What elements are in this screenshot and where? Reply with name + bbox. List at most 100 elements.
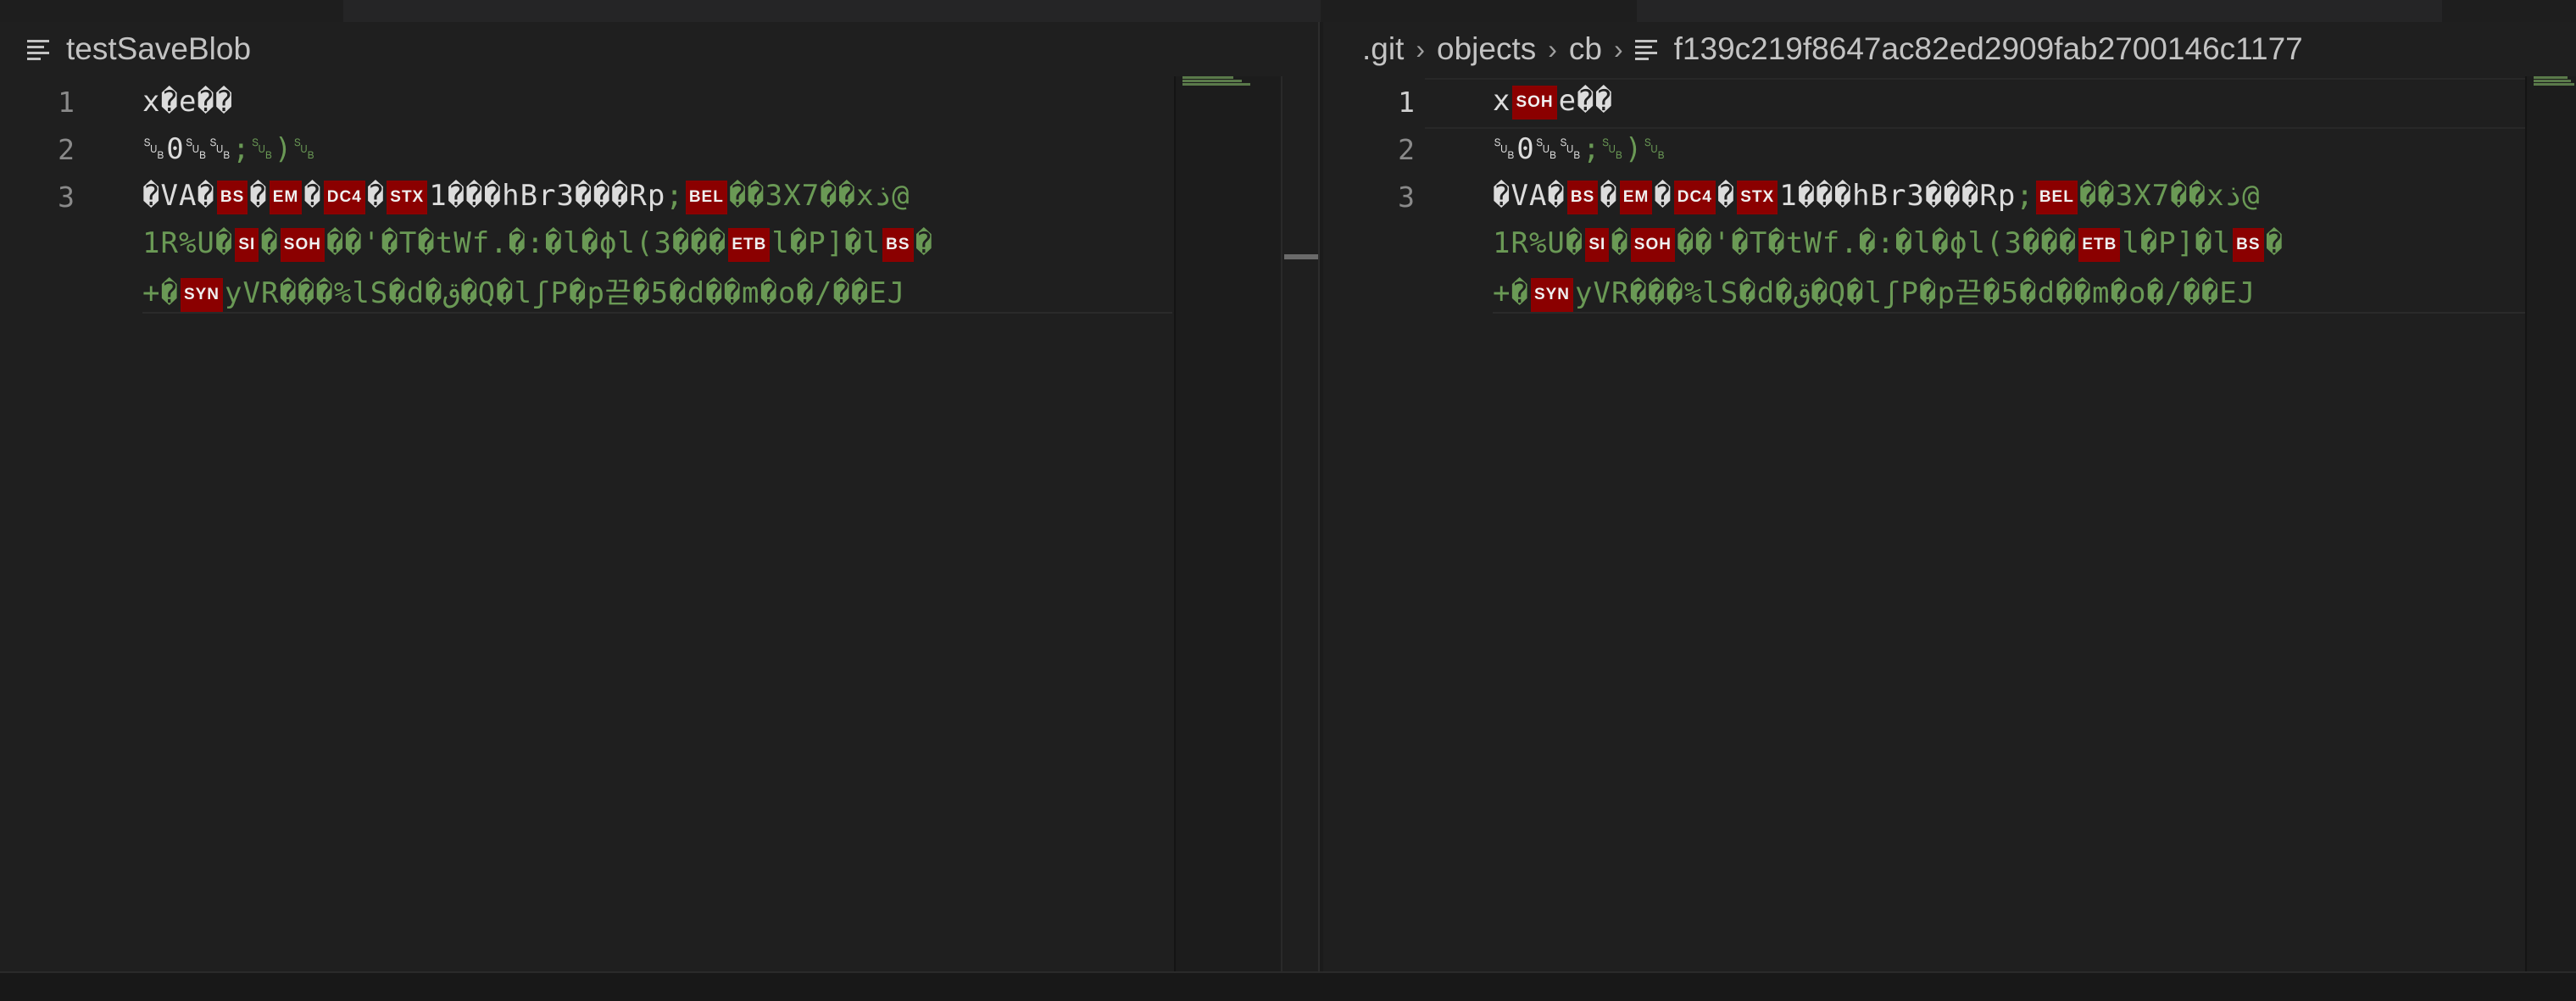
code-token: ;␚)␚ (1583, 132, 1667, 166)
code-text[interactable]: x�e�� (142, 85, 1172, 119)
control-char-badge: ETB (728, 227, 771, 262)
breadcrumb: testSaveBlob (27, 31, 251, 68)
code-line[interactable]: +� SYN yVR���%lS�d�ق�Q�lʃP�p끋�5�d��m�o�/��… (1323, 268, 2576, 315)
control-char-badge: SOH (1630, 227, 1675, 262)
control-char-badge: BS (216, 180, 248, 214)
control-char-badge: SOH (1512, 85, 1557, 120)
control-char-badge: BS (882, 227, 914, 262)
breadcrumb-file[interactable]: f139c219f8647ac82ed2909fab2700146c1177 (1674, 31, 2303, 67)
code-line[interactable]: 1 x SOH e�� (1323, 78, 2576, 125)
code-text[interactable]: �VA� BS � EM � DC4 � STX 1���hBr3���Rp; BEL ��3X7�… (142, 179, 1172, 214)
code-token: x�e�� (142, 85, 234, 119)
tab-strip-right-end (2442, 0, 2576, 22)
code-token: � (1654, 179, 1672, 214)
control-char-badge: BS (2233, 227, 2264, 262)
tab-strip-right-empty (1637, 0, 2442, 23)
code-token: �VA� (1493, 179, 1566, 214)
control-char-badge: BEL (685, 180, 727, 214)
code-line[interactable]: 1R%U� SI � SOH ��'�T�tWf.�:�l�ϕl(3��� ETB l�P]… (1323, 220, 2576, 268)
code-token: �VA� (142, 179, 215, 214)
breadcrumb-segment-git[interactable]: .git (1362, 31, 1404, 67)
breadcrumb-segment-cb[interactable]: cb (1569, 31, 1602, 67)
code-token: ␚0␚␚ (142, 132, 233, 166)
code-line[interactable]: 1 x�e�� (0, 78, 1318, 125)
code-text[interactable]: 1R%U� SI � SOH ��'�T�tWf.�:�l�ϕl(3��� ETB l�P]… (142, 226, 1172, 262)
code-line[interactable]: 2 ␚0␚␚;␚)␚ (1323, 125, 2576, 173)
code-token: +� (1493, 276, 1529, 311)
code-line[interactable]: 3 �VA� BS � EM � DC4 � STX 1���hBr3���Rp; BEL ��3X7… (0, 173, 1318, 220)
code-token: 1R%U� (142, 226, 234, 261)
minimap[interactable] (1174, 76, 1284, 971)
control-char-badge: DC4 (1673, 180, 1716, 214)
tab-strip-left (0, 0, 343, 22)
control-char-badge: SYN (180, 277, 224, 312)
breadcrumb-segment-objects[interactable]: objects (1437, 31, 1536, 67)
vertical-scrollbar[interactable] (1281, 76, 1318, 971)
code-text[interactable]: ␚0␚␚;␚)␚ (1493, 132, 2527, 166)
code-token: � (303, 179, 322, 214)
code-token: � (1716, 179, 1736, 214)
control-char-badge: STX (387, 180, 428, 214)
chevron-right-icon: › (1613, 33, 1623, 64)
control-char-badge: SI (235, 227, 259, 262)
line-number: 1 (1398, 85, 1415, 119)
code-token: � (1600, 179, 1618, 214)
code-token: x (1493, 84, 1511, 119)
tab-strip-left-empty (343, 0, 1321, 23)
code-token: ��'�T�tWf.�:�l�ϕl(3��� (325, 226, 727, 261)
code-token: 1���hBr3���Rp (1779, 179, 2017, 214)
code-token: 1R%U� (1493, 226, 1584, 261)
code-token: � (2265, 226, 2284, 261)
code-text[interactable]: x SOH e�� (1493, 84, 2527, 120)
code-text[interactable]: 1R%U� SI � SOH ��'�T�tWf.�:�l�ϕl(3��� ETB l�P]… (1493, 226, 2527, 262)
control-char-badge: EM (1619, 180, 1653, 214)
control-char-badge: EM (269, 180, 303, 214)
code-token: ␚0␚␚ (1493, 132, 1583, 166)
code-token: ; (665, 179, 684, 214)
minimap[interactable] (2525, 76, 2576, 971)
scrollbar-thumb[interactable] (1284, 254, 1318, 259)
control-char-badge: SOH (280, 227, 325, 262)
code-text[interactable]: �VA� BS � EM � DC4 � STX 1���hBr3���Rp; BEL ��3X7�… (1493, 179, 2527, 214)
code-text[interactable]: +� SYN yVR���%lS�d�ق�Q�lʃP�p끋�5�d��m�o�/��… (1493, 270, 2527, 314)
code-token: ��3X7��xذ@ (2078, 179, 2260, 214)
line-number: 3 (1398, 180, 1415, 214)
tab-strip-right (1323, 0, 1637, 22)
control-char-badge: SI (1585, 227, 1610, 262)
code-token: ;␚)␚ (232, 132, 317, 166)
code-editor[interactable]: 1 x�e�� 2 ␚0␚␚;␚)␚ 3 �VA� BS � EM � DC4 � STX 1���hBr… (0, 81, 1318, 971)
code-token: � (1611, 226, 1629, 261)
code-text[interactable]: +� SYN yVR���%lS�d�ق�Q�lʃP�p끋�5�d��m�o�/��… (142, 270, 1172, 314)
code-token: ; (2016, 179, 2034, 214)
line-number: 2 (1398, 132, 1415, 166)
breadcrumb: .git › objects › cb › f139c219f8647ac82e… (1362, 31, 2303, 68)
code-token: ��'�T�tWf.�:�l�ϕl(3��� (1676, 226, 2078, 261)
code-line[interactable]: +� SYN yVR���%lS�d�ق�Q�lʃP�p끋�5�d��m�o�/��… (0, 268, 1318, 315)
file-lines-icon (1634, 38, 1661, 60)
code-line[interactable]: 3 �VA� BS � EM � DC4 � STX 1���hBr3���Rp; BEL ��3X7… (1323, 173, 2576, 220)
chevron-right-icon: › (1548, 33, 1557, 64)
chevron-right-icon: › (1416, 33, 1426, 64)
left-editor-pane[interactable]: testSaveBlob 1 x�e�� 2 ␚0␚␚;␚)␚ 3 �VA� BS � EM � D… (0, 22, 1318, 971)
file-lines-icon (27, 38, 53, 60)
right-editor-pane[interactable]: .git › objects › cb › f139c219f8647ac82e… (1323, 22, 2576, 971)
code-token: 1���hBr3���Rp (429, 179, 666, 214)
code-token: ��3X7��xذ@ (728, 179, 910, 214)
code-token: e�� (1558, 84, 1614, 119)
code-token: � (915, 226, 934, 261)
code-text[interactable]: ␚0␚␚;␚)␚ (142, 132, 1172, 166)
control-char-badge: SYN (1530, 277, 1574, 312)
status-bar (0, 971, 2576, 1001)
code-token: � (260, 226, 279, 261)
code-editor[interactable]: 1 x SOH e�� 2 ␚0␚␚;␚)␚ 3 �VA� BS � EM � DC4 � STX 1���h… (1323, 78, 2576, 971)
line-number: 2 (58, 132, 75, 166)
control-char-badge: BEL (2035, 180, 2078, 214)
control-char-badge: BS (1566, 180, 1599, 214)
breadcrumb-file[interactable]: testSaveBlob (66, 31, 251, 67)
code-line[interactable]: 2 ␚0␚␚;␚)␚ (0, 125, 1318, 173)
code-token: yVR���%lS�d�ق�Q�lʃP�p끋�5�d��m�o�/��EJ (1575, 276, 2256, 311)
code-line[interactable]: 1R%U� SI � SOH ��'�T�tWf.�:�l�ϕl(3��� ETB l�P]… (0, 220, 1318, 268)
code-token: l�P]�l (2122, 226, 2232, 261)
code-token: +� (142, 276, 179, 311)
control-char-badge: DC4 (323, 180, 365, 214)
